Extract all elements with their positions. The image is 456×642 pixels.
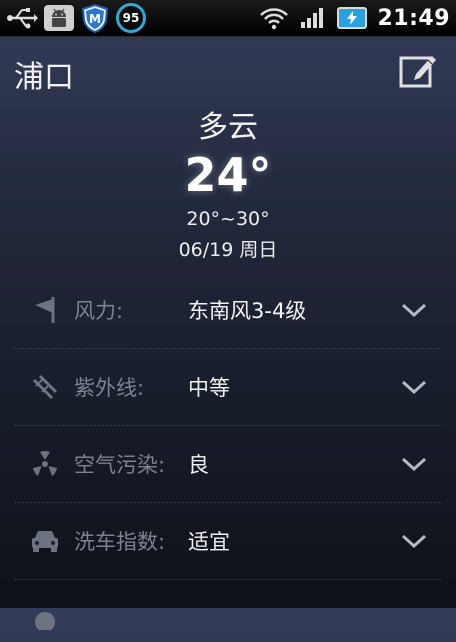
chevron-down-icon[interactable] xyxy=(400,450,428,478)
detail-row-partial[interactable] xyxy=(14,580,442,642)
city-name: 浦口 xyxy=(14,60,74,95)
usb-icon xyxy=(6,6,38,30)
detail-row-wind[interactable]: 风力: 东南风3-4级 xyxy=(14,272,442,349)
shield-app-icon: M xyxy=(80,3,110,33)
weather-details-list: 风力: 东南风3-4级 紫外线: 中等 空气污染: 良 洗车指数: 适宜 xyxy=(14,272,442,642)
status-bar: M 95 21:49 xyxy=(0,0,456,37)
detail-label: 洗车指数: xyxy=(74,530,166,554)
chevron-down-icon[interactable] xyxy=(400,373,428,401)
chevron-down-icon[interactable] xyxy=(400,296,428,324)
wifi-icon xyxy=(259,6,289,30)
detail-value: 中等 xyxy=(188,376,230,400)
weather-summary: 多云 24° 20°~30° 06/19 周日 xyxy=(0,108,456,266)
air-pollution-icon xyxy=(28,447,62,481)
signal-icon xyxy=(299,6,327,30)
chevron-down-icon[interactable] xyxy=(400,527,428,555)
detail-label: 紫外线: xyxy=(74,376,145,400)
detail-row-uv[interactable]: 紫外线: 中等 xyxy=(14,349,442,426)
car-wash-icon xyxy=(28,524,62,558)
detail-value: 良 xyxy=(188,453,209,477)
clock: 21:49 xyxy=(377,5,450,31)
weather-condition: 多云 xyxy=(198,110,258,145)
partial-icon xyxy=(28,598,62,632)
edit-icon xyxy=(399,56,436,88)
detail-label: 风力: xyxy=(74,299,124,323)
detail-label: 空气污染: xyxy=(74,453,166,477)
status-bar-notifications: M 95 xyxy=(6,3,146,33)
detail-value: 适宜 xyxy=(188,530,230,554)
android-debug-icon xyxy=(44,5,74,31)
wind-icon xyxy=(28,293,62,327)
battery-saver-badge: 95 xyxy=(116,3,146,33)
forecast-date: 06/19 周日 xyxy=(178,239,278,261)
edit-button[interactable] xyxy=(398,50,438,90)
shield-letter: M xyxy=(89,12,101,26)
temperature-range: 20°~30° xyxy=(186,208,270,230)
detail-row-car-wash[interactable]: 洗车指数: 适宜 xyxy=(14,503,442,580)
battery-charging-icon xyxy=(337,7,368,29)
status-bar-system: 21:49 xyxy=(259,4,450,32)
badge-number: 95 xyxy=(122,11,140,25)
current-temperature: 24° xyxy=(184,148,272,202)
detail-value: 东南风3-4级 xyxy=(188,299,307,323)
detail-row-air-pollution[interactable]: 空气污染: 良 xyxy=(14,426,442,503)
uv-icon xyxy=(28,370,62,404)
